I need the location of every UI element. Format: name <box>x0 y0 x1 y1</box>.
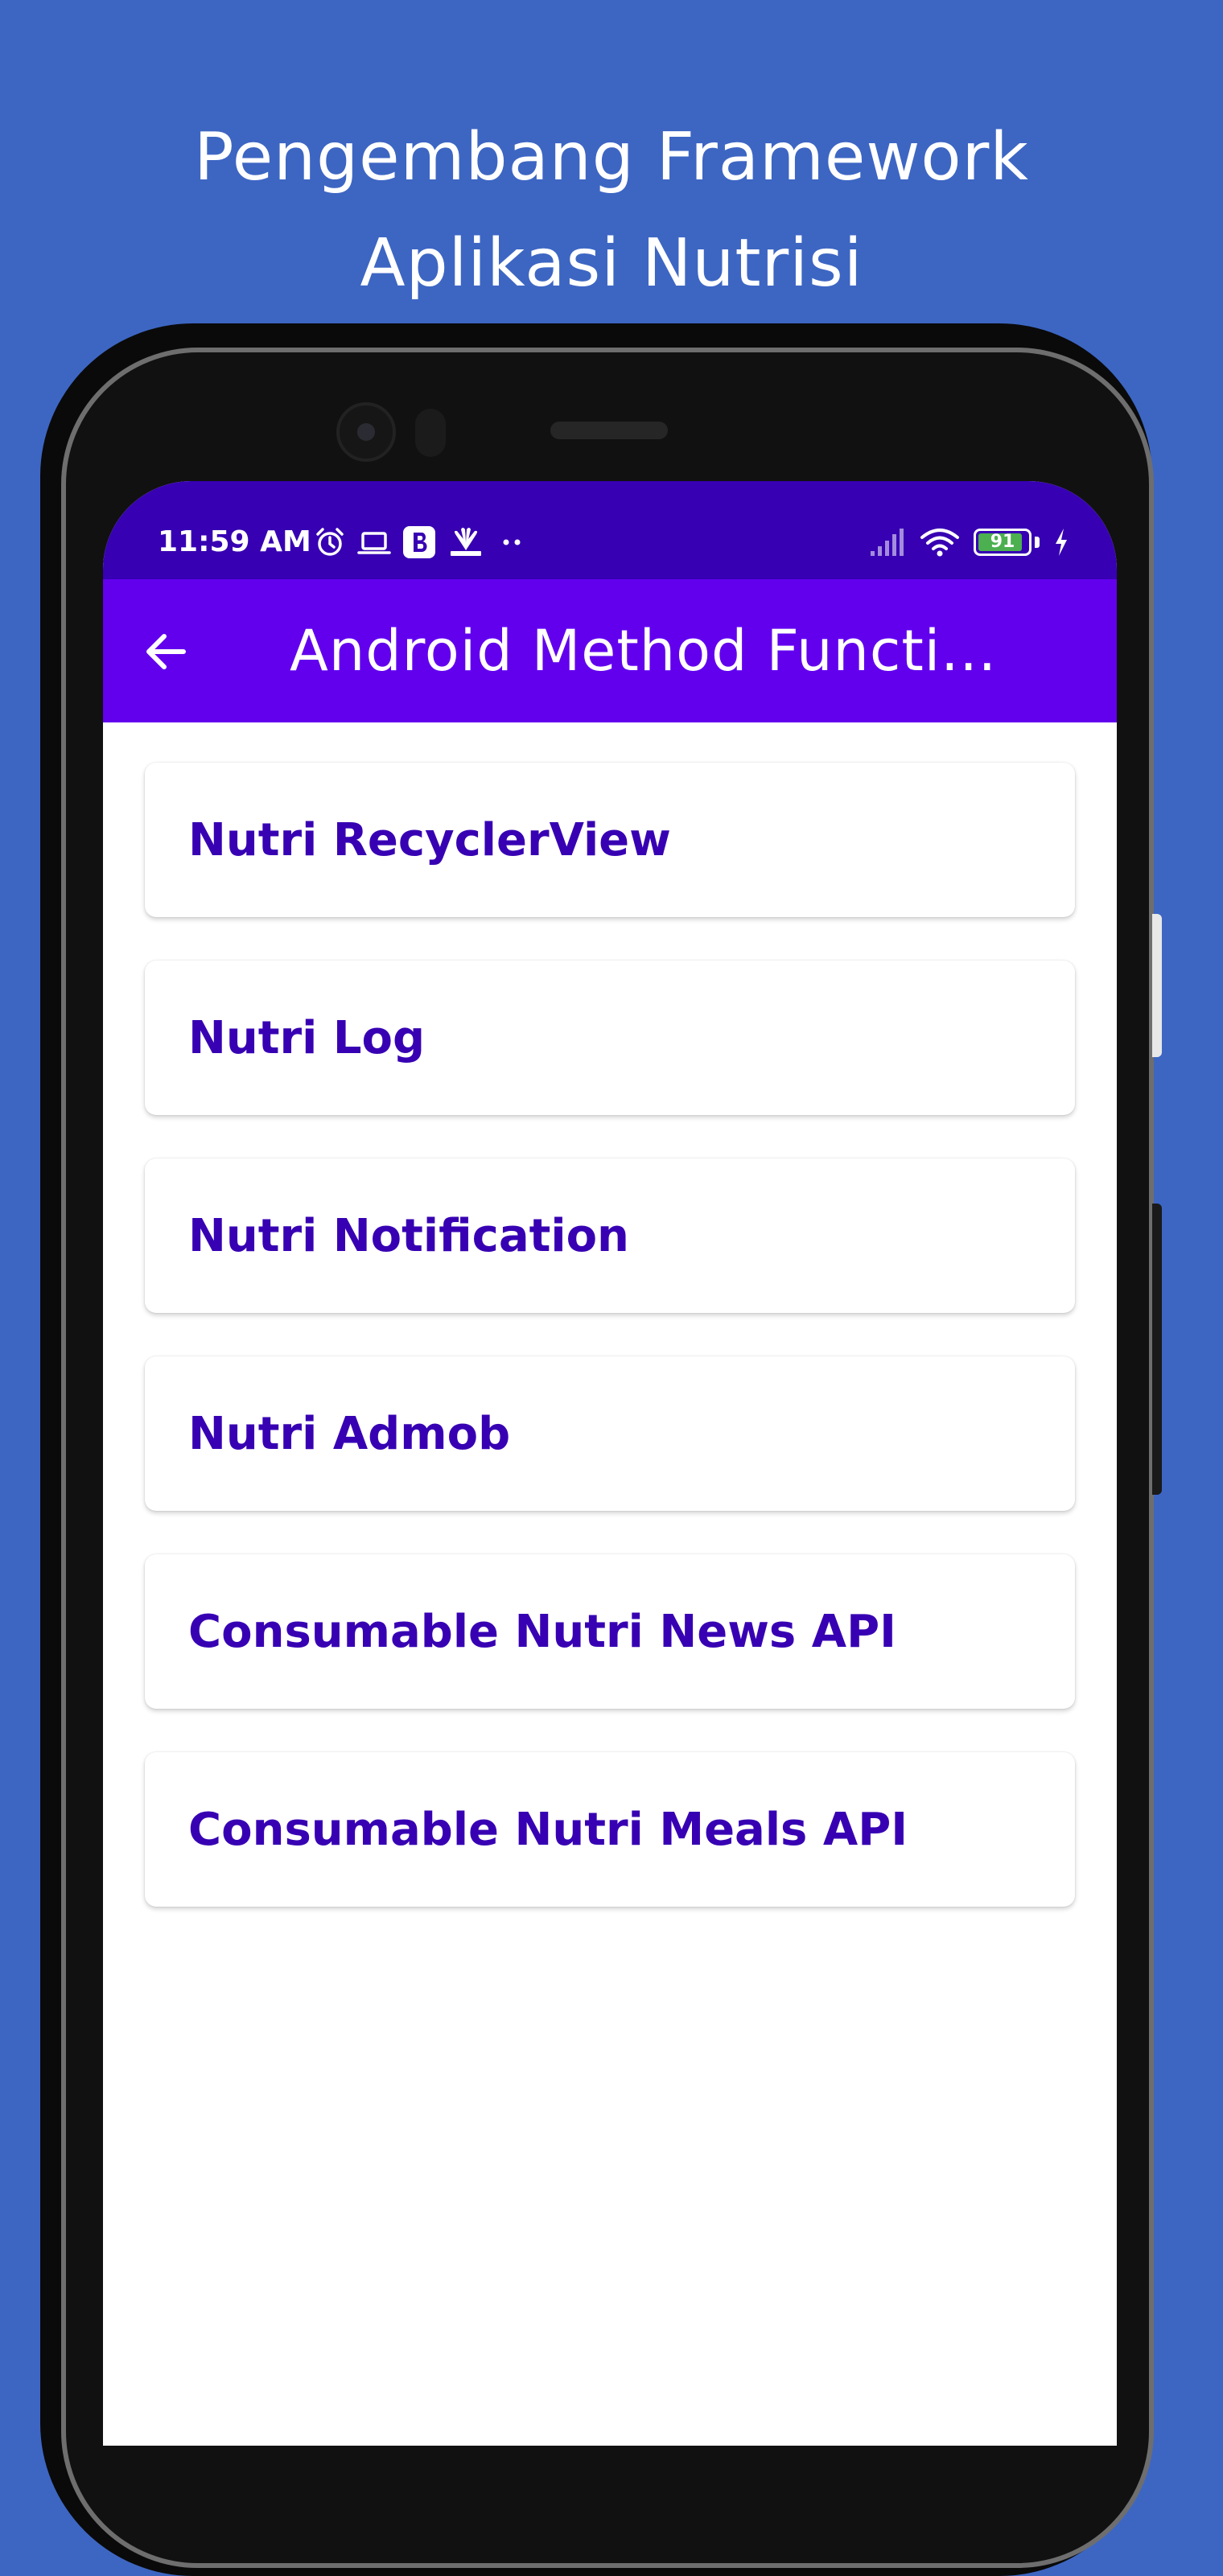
menu-item-label: Nutri RecyclerView <box>188 813 671 866</box>
front-camera <box>336 402 396 462</box>
signal-icon <box>867 526 906 558</box>
b-app-icon <box>402 525 436 559</box>
laptop-icon <box>357 526 391 558</box>
promo-headline: Pengembang Framework Aplikasi Nutrisi <box>0 105 1223 317</box>
menu-item-label: Consumable Nutri News API <box>188 1605 896 1658</box>
status-bar: 11:59 AM 91 <box>103 481 1117 579</box>
menu-list: Nutri RecyclerView Nutri Log Nutri Notif… <box>145 763 1075 1950</box>
menu-item-label: Nutri Admob <box>188 1407 511 1460</box>
status-right-icons: 91 <box>867 525 1070 560</box>
menu-item-nutri-admob[interactable]: Nutri Admob <box>145 1356 1075 1511</box>
status-time: 11:59 AM <box>158 525 311 558</box>
app-bar: Android Method Functi... <box>103 579 1117 722</box>
phone-power-button <box>1152 914 1162 1057</box>
menu-item-nutri-notification[interactable]: Nutri Notification <box>145 1158 1075 1313</box>
battery-icon: 91 <box>974 529 1032 556</box>
cnbc-icon <box>447 526 484 558</box>
status-left-icons <box>314 525 528 560</box>
battery-tip <box>1035 537 1040 548</box>
menu-item-nutri-recyclerview[interactable]: Nutri RecyclerView <box>145 763 1075 917</box>
proximity-sensor <box>415 409 446 457</box>
menu-item-meals-api[interactable]: Consumable Nutri Meals API <box>145 1752 1075 1907</box>
more-dots-icon <box>496 526 528 558</box>
menu-item-label: Consumable Nutri Meals API <box>188 1803 908 1856</box>
phone-screen: 11:59 AM 91 Android Method Functi... Nut… <box>103 481 1117 2446</box>
promo-headline-line-2: Aplikasi Nutrisi <box>360 225 863 302</box>
menu-item-label: Nutri Notification <box>188 1209 629 1262</box>
menu-item-label: Nutri Log <box>188 1011 426 1064</box>
back-button[interactable] <box>137 623 195 681</box>
battery-level: 91 <box>990 532 1015 552</box>
menu-item-nutri-log[interactable]: Nutri Log <box>145 961 1075 1115</box>
phone-volume-button <box>1152 1204 1162 1495</box>
alarm-icon <box>314 526 346 558</box>
menu-item-news-api[interactable]: Consumable Nutri News API <box>145 1554 1075 1709</box>
arrow-left-icon <box>142 628 190 676</box>
earpiece-speaker <box>550 422 668 439</box>
charging-icon <box>1052 526 1070 558</box>
wifi-icon <box>919 526 961 558</box>
app-bar-title: Android Method Functi... <box>290 618 997 684</box>
promo-headline-line-1: Pengembang Framework <box>194 119 1029 195</box>
